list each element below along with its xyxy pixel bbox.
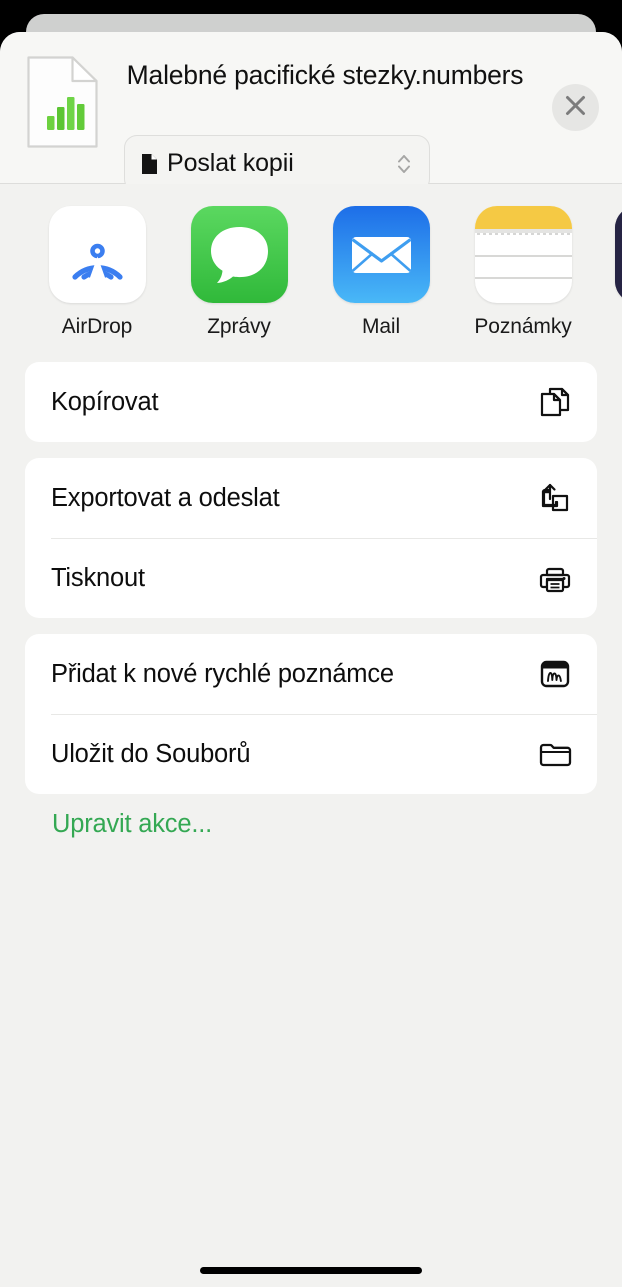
printer-icon [535,558,575,598]
document-filled-icon [141,153,158,175]
quick-note-icon [535,654,575,694]
share-target-label: AirDrop [61,315,133,338]
export-share-icon [535,478,575,518]
action-label: Exportovat a odeslat [51,483,280,512]
action-label: Tisknout [51,563,145,592]
folder-icon [535,734,575,774]
edit-actions-link[interactable]: Upravit akce... [52,810,622,839]
numbers-document-icon [26,54,99,150]
share-target-label: Mail [361,315,401,338]
action-row-add-to-quick-note[interactable]: Přidat k nové rychlé poznámce [25,634,597,714]
share-target-podcasts[interactable] [592,206,622,315]
podcasts-icon [614,206,622,303]
action-group: Kopírovat [25,362,597,442]
share-target-mail[interactable]: Mail [310,206,452,339]
document-title: Malebné pacifické stezky.numbers [126,60,524,90]
action-row-copy[interactable]: Kopírovat [25,362,597,442]
action-row-print[interactable]: Tisknout [25,538,597,618]
copy-icon [535,382,575,422]
action-list: Kopírovat Exportovat a odeslat Tisknout … [0,354,622,839]
ios-share-sheet-screen: Malebné pacifické stezky.numbers Poslat … [0,0,622,1287]
action-label: Přidat k nové rychlé poznámce [51,659,394,688]
action-label: Kopírovat [51,387,159,416]
action-row-save-to-files[interactable]: Uložit do Souborů [25,714,597,794]
action-group: Přidat k nové rychlé poznámce Uložit do … [25,634,597,794]
action-row-export-and-send[interactable]: Exportovat a odeslat [25,458,597,538]
notes-icon [474,206,572,303]
share-target-messages[interactable]: Zprávy [168,206,310,339]
send-format-label: Poslat kopii [167,149,294,177]
share-targets-row[interactable]: AirDrop Zprávy Mail Poznámky [0,184,622,354]
close-icon [564,94,587,122]
share-target-label: Zprávy [207,315,271,338]
action-group: Exportovat a odeslat Tisknout [25,458,597,618]
airdrop-icon [48,206,146,303]
mail-icon [332,206,430,303]
share-target-label: Poznámky [474,315,572,338]
home-indicator[interactable] [200,1267,422,1274]
action-label: Uložit do Souborů [51,739,251,768]
share-target-notes[interactable]: Poznámky [452,206,594,339]
messages-icon [190,206,288,303]
share-sheet-header: Malebné pacifické stezky.numbers Poslat … [0,32,622,192]
share-sheet: Malebné pacifické stezky.numbers Poslat … [0,32,622,1287]
chevron-up-down-icon [395,150,413,178]
close-button[interactable] [552,84,599,131]
share-target-airdrop[interactable]: AirDrop [26,206,168,339]
